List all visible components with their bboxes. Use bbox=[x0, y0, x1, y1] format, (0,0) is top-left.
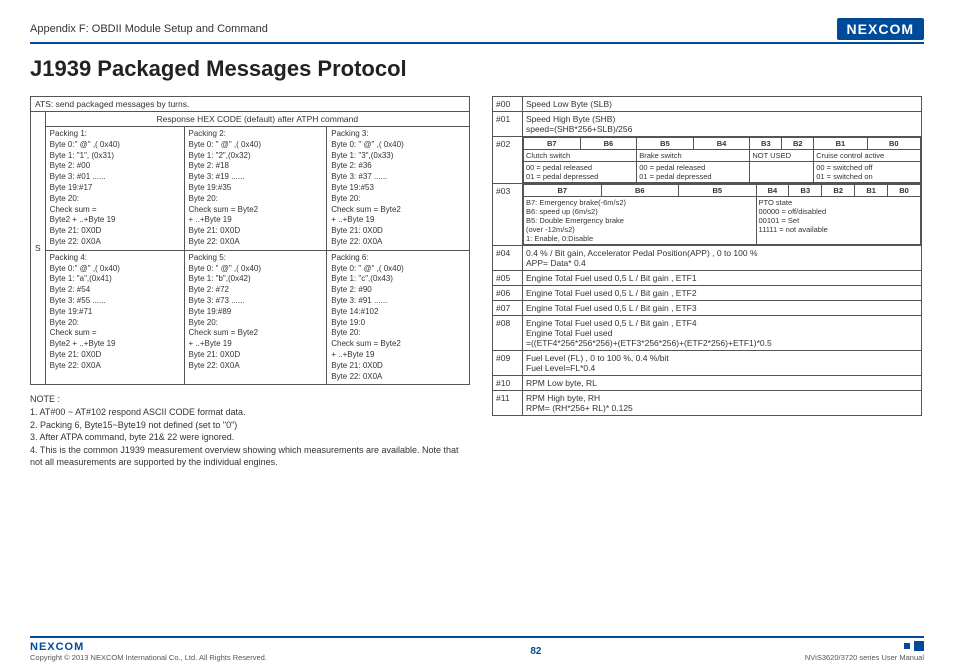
bit-label: B7 bbox=[524, 185, 602, 197]
note-heading: NOTE : bbox=[30, 393, 470, 406]
page-number: 82 bbox=[530, 646, 541, 657]
packing-3: Packing 3: Byte 0: " @" ,( 0x40) Byte 1:… bbox=[327, 127, 470, 251]
row-02-bits: B7 B6 B5 B4 B3 B2 B1 B0 Clutch switch Br… bbox=[523, 137, 922, 184]
row-id: #07 bbox=[493, 301, 523, 316]
row-id: #00 bbox=[493, 97, 523, 112]
brand-logo: NEXCOM bbox=[837, 18, 924, 40]
footer-logo: NEXCOM bbox=[30, 641, 267, 653]
bit-desc: 00 = pedal released 01 = pedal depressed bbox=[524, 162, 637, 183]
row-text: Engine Total Fuel used 0,5 L / Bit gain … bbox=[523, 271, 922, 286]
row-id: #11 bbox=[493, 391, 523, 416]
bit-label: B5 bbox=[637, 138, 694, 150]
bit-group: Brake switch bbox=[637, 150, 750, 162]
notes: NOTE : 1. AT#00 ~ AT#102 respond ASCII C… bbox=[30, 393, 470, 469]
row-text: Speed Low Byte (SLB) bbox=[523, 97, 922, 112]
bit-label: B0 bbox=[867, 138, 920, 150]
row-text: RPM High byte, RH RPM= (RH*256+ RL)* 0.1… bbox=[523, 391, 922, 416]
bit-label: B6 bbox=[580, 138, 637, 150]
packing-6: Packing 6: Byte 0: " @" ,( 0x40) Byte 1:… bbox=[327, 250, 470, 385]
bit-desc bbox=[750, 162, 814, 183]
bit-label: B3 bbox=[750, 138, 782, 150]
decor-icon bbox=[904, 643, 910, 649]
row-id: #03 bbox=[493, 184, 523, 246]
bit-group: Cruise control active bbox=[814, 150, 921, 162]
response-header: Response HEX CODE (default) after ATPH c… bbox=[45, 112, 469, 127]
row-text: Engine Total Fuel used 0,5 L / Bit gain … bbox=[523, 286, 922, 301]
row-id: #01 bbox=[493, 112, 523, 137]
bit-desc: 00 = switched off 01 = switched on bbox=[814, 162, 921, 183]
bit-label: B7 bbox=[524, 138, 581, 150]
manual-name: NViS3620/3720 series User Manual bbox=[805, 653, 924, 662]
bits-table-02: B7 B6 B5 B4 B3 B2 B1 B0 Clutch switch Br… bbox=[523, 137, 921, 183]
bit-label: B0 bbox=[888, 185, 921, 197]
decor-icon bbox=[914, 641, 924, 651]
row-id: #10 bbox=[493, 376, 523, 391]
copyright: Copyright © 2013 NEXCOM International Co… bbox=[30, 653, 267, 662]
row-text: Engine Total Fuel used 0,5 L / Bit gain … bbox=[523, 316, 922, 351]
footer-right: NViS3620/3720 series User Manual bbox=[805, 641, 924, 662]
right-column: #00Speed Low Byte (SLB) #01Speed High By… bbox=[492, 96, 922, 469]
bit-group: NOT USED bbox=[750, 150, 814, 162]
page-header: Appendix F: OBDII Module Setup and Comma… bbox=[30, 18, 924, 44]
packing-4: Packing 4: Byte 0:" @" ,( 0x40) Byte 1: … bbox=[45, 250, 184, 385]
row-text: RPM Low byte, RL bbox=[523, 376, 922, 391]
note-2: 2. Packing 6, Byte15~Byte19 not defined … bbox=[30, 419, 470, 432]
footer-left: NEXCOM Copyright © 2013 NEXCOM Internati… bbox=[30, 641, 267, 662]
bit-desc: B7: Emergency brake(-6m/s2) B6: speed up… bbox=[524, 197, 757, 245]
row-id: #06 bbox=[493, 286, 523, 301]
content-columns: ATS: send packaged messages by turns. S … bbox=[30, 96, 924, 469]
page-footer: NEXCOM Copyright © 2013 NEXCOM Internati… bbox=[30, 636, 924, 662]
s-label: S bbox=[31, 112, 46, 385]
bit-label: B2 bbox=[782, 138, 814, 150]
packing-table: ATS: send packaged messages by turns. S … bbox=[30, 96, 470, 385]
bit-label: B4 bbox=[756, 185, 789, 197]
bit-label: B5 bbox=[679, 185, 757, 197]
note-3: 3. After ATPA command, byte 21& 22 were … bbox=[30, 431, 470, 444]
row-id: #08 bbox=[493, 316, 523, 351]
packing-2: Packing 2: Byte 0: " @" ,( 0x40) Byte 1:… bbox=[184, 127, 327, 251]
row-text: Fuel Level (FL) , 0 to 100 %, 0.4 %/bit … bbox=[523, 351, 922, 376]
bit-label: B2 bbox=[822, 185, 855, 197]
packing-1: Packing 1: Byte 0:" @" ,( 0x40) Byte 1: … bbox=[45, 127, 184, 251]
bit-label: B6 bbox=[601, 185, 679, 197]
left-column: ATS: send packaged messages by turns. S … bbox=[30, 96, 470, 469]
row-text: Engine Total Fuel used 0,5 L / Bit gain … bbox=[523, 301, 922, 316]
row-id: #04 bbox=[493, 246, 523, 271]
packing-5: Packing 5: Byte 0: " @" ,( 0x40) Byte 1:… bbox=[184, 250, 327, 385]
row-03-bits: B7 B6 B5 B4 B3 B2 B1 B0 B7: Emergency br… bbox=[523, 184, 922, 246]
ats-header: ATS: send packaged messages by turns. bbox=[31, 97, 470, 112]
page-title: J1939 Packaged Messages Protocol bbox=[30, 56, 924, 82]
row-text: Speed High Byte (SHB) speed=(SHB*256+SLB… bbox=[523, 112, 922, 137]
bit-desc: 00 = pedal released 01 = pedal depressed bbox=[637, 162, 750, 183]
bits-table-03: B7 B6 B5 B4 B3 B2 B1 B0 B7: Emergency br… bbox=[523, 184, 921, 245]
bit-label: B3 bbox=[789, 185, 822, 197]
row-id: #02 bbox=[493, 137, 523, 184]
note-1: 1. AT#00 ~ AT#102 respond ASCII CODE for… bbox=[30, 406, 470, 419]
bit-label: B1 bbox=[855, 185, 888, 197]
row-id: #09 bbox=[493, 351, 523, 376]
row-text: 0.4 % / Bit gain, Accelerator Pedal Posi… bbox=[523, 246, 922, 271]
bit-group: Clutch switch bbox=[524, 150, 637, 162]
register-table: #00Speed Low Byte (SLB) #01Speed High By… bbox=[492, 96, 922, 416]
bit-label: B1 bbox=[814, 138, 867, 150]
row-id: #05 bbox=[493, 271, 523, 286]
note-4: 4. This is the common J1939 measurement … bbox=[30, 444, 470, 469]
section-title: Appendix F: OBDII Module Setup and Comma… bbox=[30, 23, 268, 35]
bit-desc: PTO state 00000 = off/disabled 00101 = S… bbox=[756, 197, 921, 245]
bit-label: B4 bbox=[693, 138, 750, 150]
